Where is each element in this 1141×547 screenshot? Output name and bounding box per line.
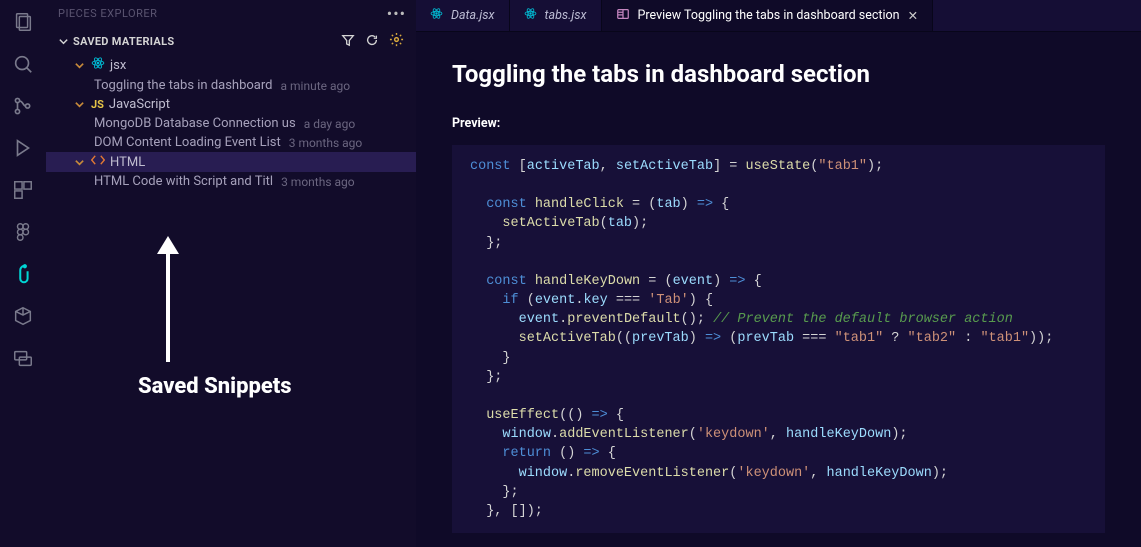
search-icon[interactable] (9, 50, 37, 78)
html-icon (91, 154, 105, 170)
tab-label: Data.jsx (451, 8, 495, 23)
refresh-icon[interactable] (365, 33, 379, 50)
code-preview: const [activeTab, setActiveTab] = useSta… (452, 145, 1105, 533)
saved-materials-header[interactable]: SAVED MATERIALS (46, 29, 416, 53)
preview-heading: Preview: (452, 116, 1105, 131)
sidebar-panel-title: PIECES EXPLORER (58, 7, 157, 20)
saved-materials-tree: jsx Toggling the tabs in dashboard a min… (46, 53, 416, 191)
tree-group-label: JavaScript (109, 97, 170, 112)
react-icon (524, 7, 537, 24)
preview-icon (616, 7, 630, 25)
chevron-down-icon (58, 36, 69, 47)
annotation-callout: Saved Snippets (138, 232, 292, 399)
more-actions-icon[interactable]: ••• (387, 4, 406, 23)
tree-item-name: DOM Content Loading Event List (94, 135, 281, 150)
sidebar-panel: PIECES EXPLORER ••• SAVED MATERIALS jsx (46, 0, 416, 547)
source-control-icon[interactable] (9, 92, 37, 120)
tree-item[interactable]: Toggling the tabs in dashboard a minute … (46, 76, 416, 95)
editor-area: Data.jsx tabs.jsx Preview Toggling the t… (416, 0, 1141, 547)
javascript-icon: JS (91, 98, 104, 111)
tree-item-name: HTML Code with Script and Titl (94, 174, 273, 189)
close-icon[interactable]: ✕ (908, 8, 918, 23)
filter-icon[interactable] (341, 33, 355, 50)
tree-item-time: 3 months ago (281, 175, 355, 189)
comments-icon[interactable] (9, 344, 37, 372)
extensions-icon[interactable] (9, 176, 37, 204)
tree-group-jsx[interactable]: jsx (46, 54, 416, 76)
tree-item[interactable]: DOM Content Loading Event List 3 months … (46, 133, 416, 152)
react-icon (430, 7, 443, 24)
tab-data-jsx[interactable]: Data.jsx (416, 0, 510, 31)
tree-item[interactable]: MongoDB Database Connection us a day ago (46, 114, 416, 133)
saved-materials-title: SAVED MATERIALS (73, 35, 174, 48)
page-title: Toggling the tabs in dashboard section (452, 60, 1105, 88)
tree-group-javascript[interactable]: JS JavaScript (46, 95, 416, 114)
tree-item[interactable]: HTML Code with Script and Titl 3 months … (46, 172, 416, 191)
tab-label: Preview Toggling the tabs in dashboard s… (638, 8, 900, 23)
figma-icon[interactable] (9, 218, 37, 246)
tab-preview[interactable]: Preview Toggling the tabs in dashboard s… (602, 0, 934, 31)
tree-group-label: jsx (110, 58, 126, 73)
activity-bar (0, 0, 46, 547)
tree-item-time: a day ago (304, 117, 355, 131)
chevron-down-icon (74, 99, 85, 110)
editor-tabs: Data.jsx tabs.jsx Preview Toggling the t… (416, 0, 1141, 32)
tree-item-time: 3 months ago (289, 136, 363, 150)
chevron-down-icon (74, 60, 85, 71)
tree-group-label: HTML (110, 155, 145, 170)
tree-item-name: Toggling the tabs in dashboard (94, 78, 273, 93)
tab-tabs-jsx[interactable]: tabs.jsx (510, 0, 602, 31)
package-icon[interactable] (9, 302, 37, 330)
arrow-up-icon (138, 232, 198, 372)
tab-label: tabs.jsx (545, 8, 587, 23)
gear-icon[interactable] (389, 32, 404, 50)
pieces-icon[interactable] (9, 260, 37, 288)
explorer-icon[interactable] (9, 8, 37, 36)
tree-group-html[interactable]: HTML (46, 152, 416, 172)
sidebar-panel-header: PIECES EXPLORER ••• (46, 0, 416, 29)
chevron-down-icon (74, 157, 85, 168)
tree-item-name: MongoDB Database Connection us (94, 116, 296, 131)
run-debug-icon[interactable] (9, 134, 37, 162)
react-icon (91, 56, 105, 74)
tree-item-time: a minute ago (281, 79, 351, 93)
annotation-label: Saved Snippets (138, 374, 292, 399)
preview-content: Toggling the tabs in dashboard section P… (416, 32, 1141, 533)
